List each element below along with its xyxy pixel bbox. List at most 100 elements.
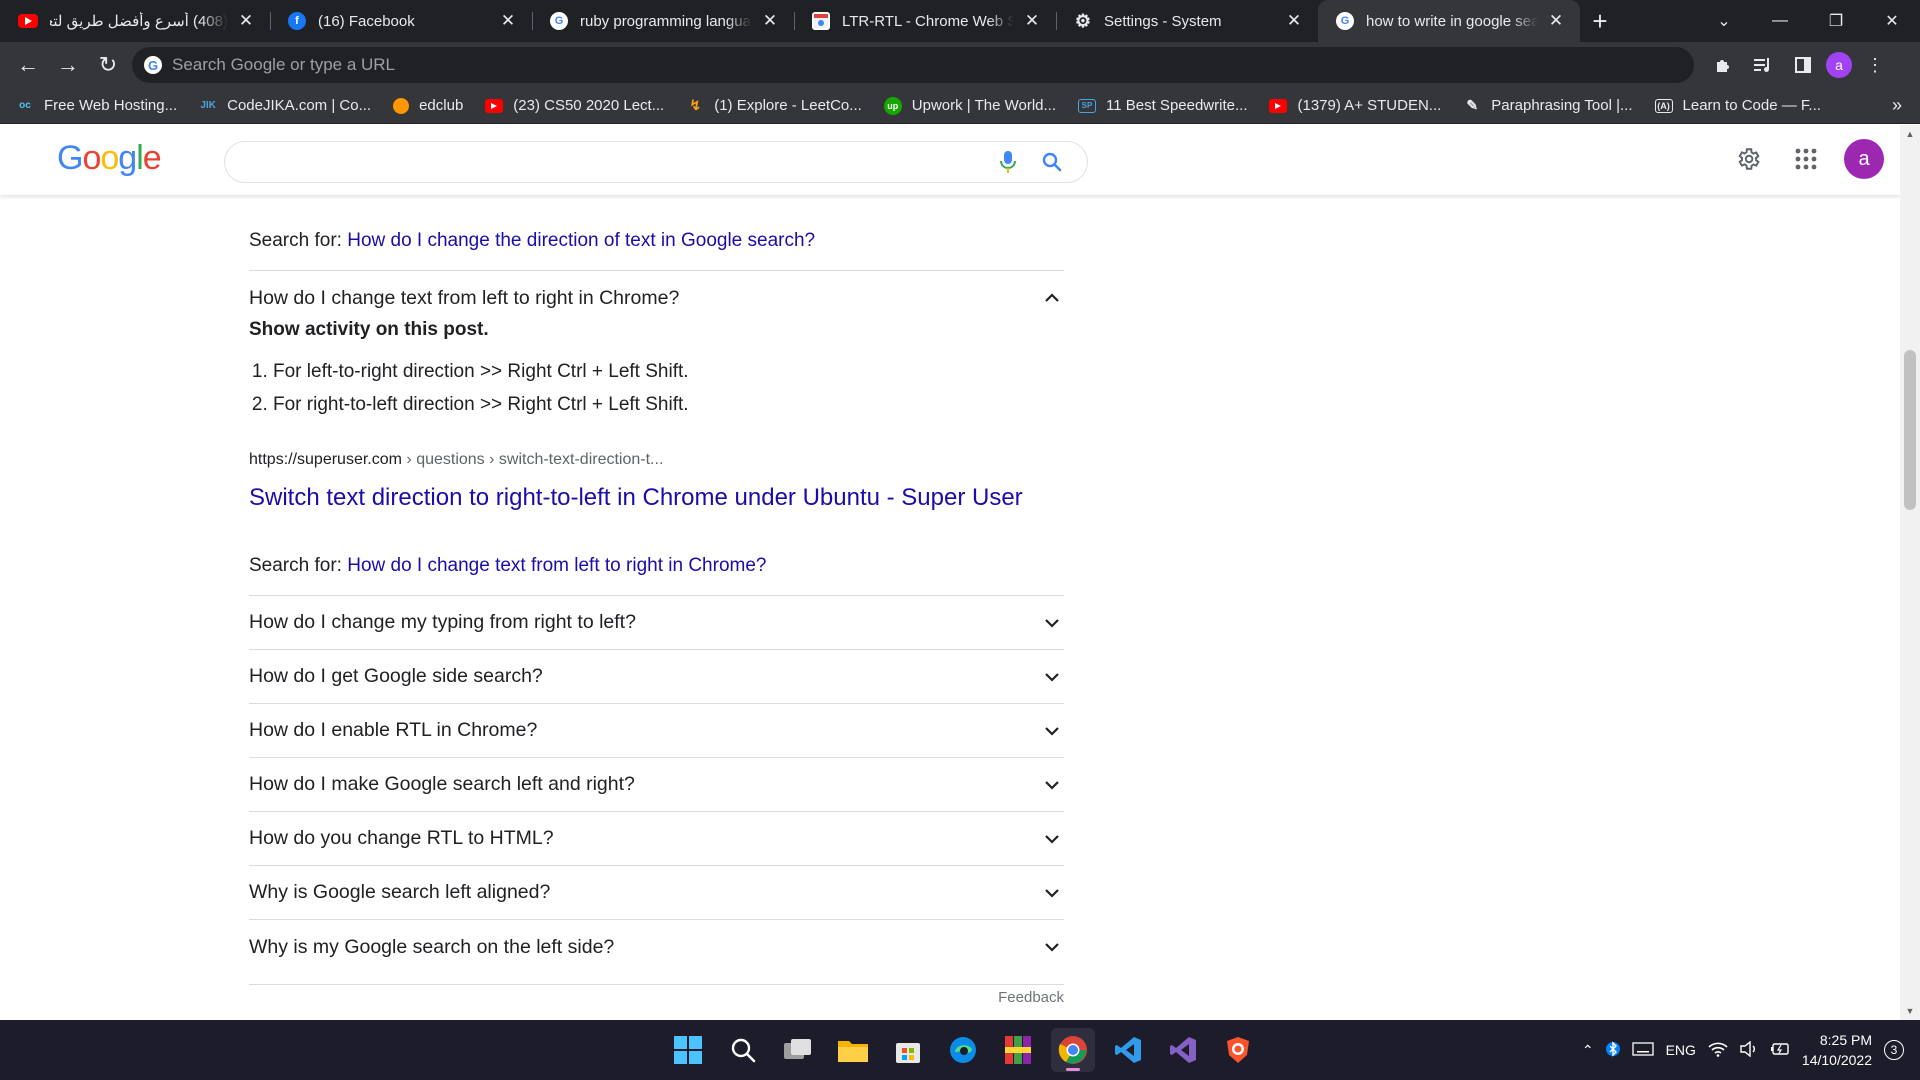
forward-arrow-icon[interactable]: →: [48, 45, 88, 85]
address-input[interactable]: [172, 55, 1572, 75]
scrollbar-thumb[interactable]: [1904, 350, 1916, 510]
chevron-down-icon[interactable]: [1040, 611, 1064, 635]
microsoft-store-icon[interactable]: [886, 1028, 930, 1072]
address-bar[interactable]: G: [132, 47, 1694, 83]
tab-google-search[interactable]: G how to write in google search ✕: [1318, 0, 1580, 42]
minimize-icon[interactable]: —: [1752, 0, 1808, 42]
kebab-menu-icon[interactable]: ⋮: [1858, 48, 1892, 82]
new-tab-button[interactable]: +: [1580, 0, 1620, 42]
keyboard-icon[interactable]: [1631, 1041, 1654, 1059]
wifi-icon[interactable]: [1708, 1041, 1728, 1060]
battery-icon[interactable]: [1770, 1042, 1790, 1059]
question-row[interactable]: How do I get Google side search?: [249, 650, 1064, 704]
question-row[interactable]: How do I make Google search left and rig…: [249, 758, 1064, 812]
apps-grid-icon[interactable]: [1786, 139, 1826, 179]
bookmark-item[interactable]: up Upwork | The World...: [883, 96, 1056, 115]
scroll-down-arrow-icon[interactable]: ▼: [1900, 1002, 1920, 1020]
bookmark-item[interactable]: oc Free Web Hosting...: [16, 97, 177, 114]
tab-search-chevron-icon[interactable]: ⌄: [1696, 0, 1752, 42]
google-icon: G: [1336, 12, 1354, 30]
feedback-link[interactable]: Feedback: [249, 984, 1064, 1006]
bookmark-label: Free Web Hosting...: [44, 97, 178, 114]
windows-start-icon[interactable]: [666, 1028, 710, 1072]
browser-toolbar: ← → ↻ G a ⋮: [0, 42, 1920, 88]
close-icon[interactable]: ✕: [1022, 11, 1042, 31]
search-for-link[interactable]: How do I change the direction of text in…: [347, 230, 815, 251]
bookmark-item[interactable]: ✎ Paraphrasing Tool |...: [1463, 97, 1632, 114]
edge-icon[interactable]: [941, 1028, 985, 1072]
extensions-puzzle-icon[interactable]: [1706, 48, 1740, 82]
input-language[interactable]: ENG: [1666, 1042, 1696, 1058]
tab-strip: (408) أسرع وأفضل طريق لتعلم ✕ f (16) Fac…: [0, 0, 1920, 42]
bookmark-item[interactable]: ↯ (1) Explore - LeetCo...: [686, 97, 861, 114]
question-row[interactable]: Why is my Google search on the left side…: [249, 920, 1064, 974]
chevron-down-icon[interactable]: [1040, 773, 1064, 797]
tab-facebook[interactable]: f (16) Facebook ✕: [270, 0, 532, 42]
media-control-icon[interactable]: [1746, 48, 1780, 82]
bookmark-item[interactable]: JIK CodeJIKA.com | Co...: [199, 97, 371, 114]
bookmark-item[interactable]: SP 11 Best Speedwrite...: [1078, 97, 1247, 114]
brave-icon[interactable]: [1216, 1028, 1260, 1072]
profile-avatar[interactable]: a: [1826, 52, 1852, 78]
side-panel-icon[interactable]: [1786, 48, 1820, 82]
chevron-up-icon[interactable]: [1040, 286, 1064, 310]
close-icon[interactable]: ✕: [498, 11, 518, 31]
close-window-icon[interactable]: ✕: [1864, 0, 1920, 42]
youtube-icon: [485, 98, 504, 113]
clock-date: 14/10/2022: [1801, 1052, 1872, 1068]
tab-webstore[interactable]: LTR-RTL - Chrome Web Store ✕: [794, 0, 1056, 42]
chevron-down-icon[interactable]: [1040, 827, 1064, 851]
close-icon[interactable]: ✕: [1546, 11, 1566, 31]
bookmark-item[interactable]: (1379) A+ STUDEN...: [1269, 97, 1441, 114]
search-icon[interactable]: [721, 1028, 765, 1072]
chevron-down-icon[interactable]: [1040, 881, 1064, 905]
chevron-down-icon[interactable]: [1040, 665, 1064, 689]
close-icon[interactable]: ✕: [236, 11, 256, 31]
hosting-icon: oc: [19, 100, 31, 111]
visual-studio-icon[interactable]: [1161, 1028, 1205, 1072]
page-scrollbar[interactable]: ▲ ▼: [1900, 125, 1920, 1020]
google-search-input[interactable]: [245, 147, 993, 177]
back-arrow-icon[interactable]: ←: [8, 45, 48, 85]
file-explorer-icon[interactable]: [831, 1028, 875, 1072]
question-row-expanded[interactable]: How do I change text from left to right …: [249, 271, 1064, 325]
question-row[interactable]: How do I change my typing from right to …: [249, 596, 1064, 650]
result-title-link[interactable]: Switch text direction to right-to-left i…: [249, 481, 1064, 514]
close-icon[interactable]: ✕: [760, 11, 780, 31]
notification-badge[interactable]: 3: [1884, 1040, 1904, 1060]
facebook-icon: f: [288, 12, 306, 30]
clock[interactable]: 8:25 PM 14/10/2022: [1802, 1030, 1872, 1070]
tab-settings[interactable]: ⚙ Settings - System ✕: [1056, 0, 1318, 42]
restore-icon[interactable]: ❐: [1808, 0, 1864, 42]
bookmark-item[interactable]: (23) CS50 2020 Lect...: [485, 97, 664, 114]
chevron-down-icon[interactable]: [1040, 719, 1064, 743]
bookmark-item[interactable]: (A) Learn to Code — F...: [1654, 97, 1821, 114]
bluetooth-icon[interactable]: [1605, 1040, 1620, 1061]
microphone-icon[interactable]: [993, 147, 1023, 177]
scroll-up-arrow-icon[interactable]: ▲: [1900, 125, 1920, 143]
settings-gear-icon[interactable]: [1728, 139, 1768, 179]
codejika-icon: JIK: [200, 100, 216, 111]
question-row[interactable]: How do you change RTL to HTML?: [249, 812, 1064, 866]
volume-icon[interactable]: [1740, 1040, 1758, 1060]
chevron-down-icon[interactable]: [1040, 935, 1064, 959]
google-account-avatar[interactable]: a: [1844, 139, 1884, 179]
tab-title: how to write in google search: [1366, 12, 1538, 30]
winrar-icon[interactable]: [996, 1028, 1040, 1072]
question-row[interactable]: Why is Google search left aligned?: [249, 866, 1064, 920]
close-icon[interactable]: ✕: [1284, 11, 1304, 31]
vscode-icon[interactable]: [1106, 1028, 1150, 1072]
search-icon[interactable]: [1037, 147, 1067, 177]
tab-ruby[interactable]: G ruby programming language ✕: [532, 0, 794, 42]
google-logo[interactable]: Google: [57, 139, 162, 178]
question-row[interactable]: How do I enable RTL in Chrome?: [249, 704, 1064, 758]
bookmarks-overflow-icon[interactable]: »: [1892, 95, 1902, 116]
upwork-icon: up: [883, 96, 902, 115]
tab-youtube[interactable]: (408) أسرع وأفضل طريق لتعلم ✕: [0, 0, 270, 42]
show-hidden-icons-chevron-icon[interactable]: ⌃: [1582, 1042, 1594, 1059]
chrome-icon[interactable]: [1051, 1028, 1095, 1072]
task-view-icon[interactable]: [776, 1028, 820, 1072]
bookmark-item[interactable]: edclub: [393, 97, 463, 114]
search-for-link[interactable]: How do I change text from left to right …: [347, 555, 766, 576]
reload-icon[interactable]: ↻: [88, 45, 128, 85]
